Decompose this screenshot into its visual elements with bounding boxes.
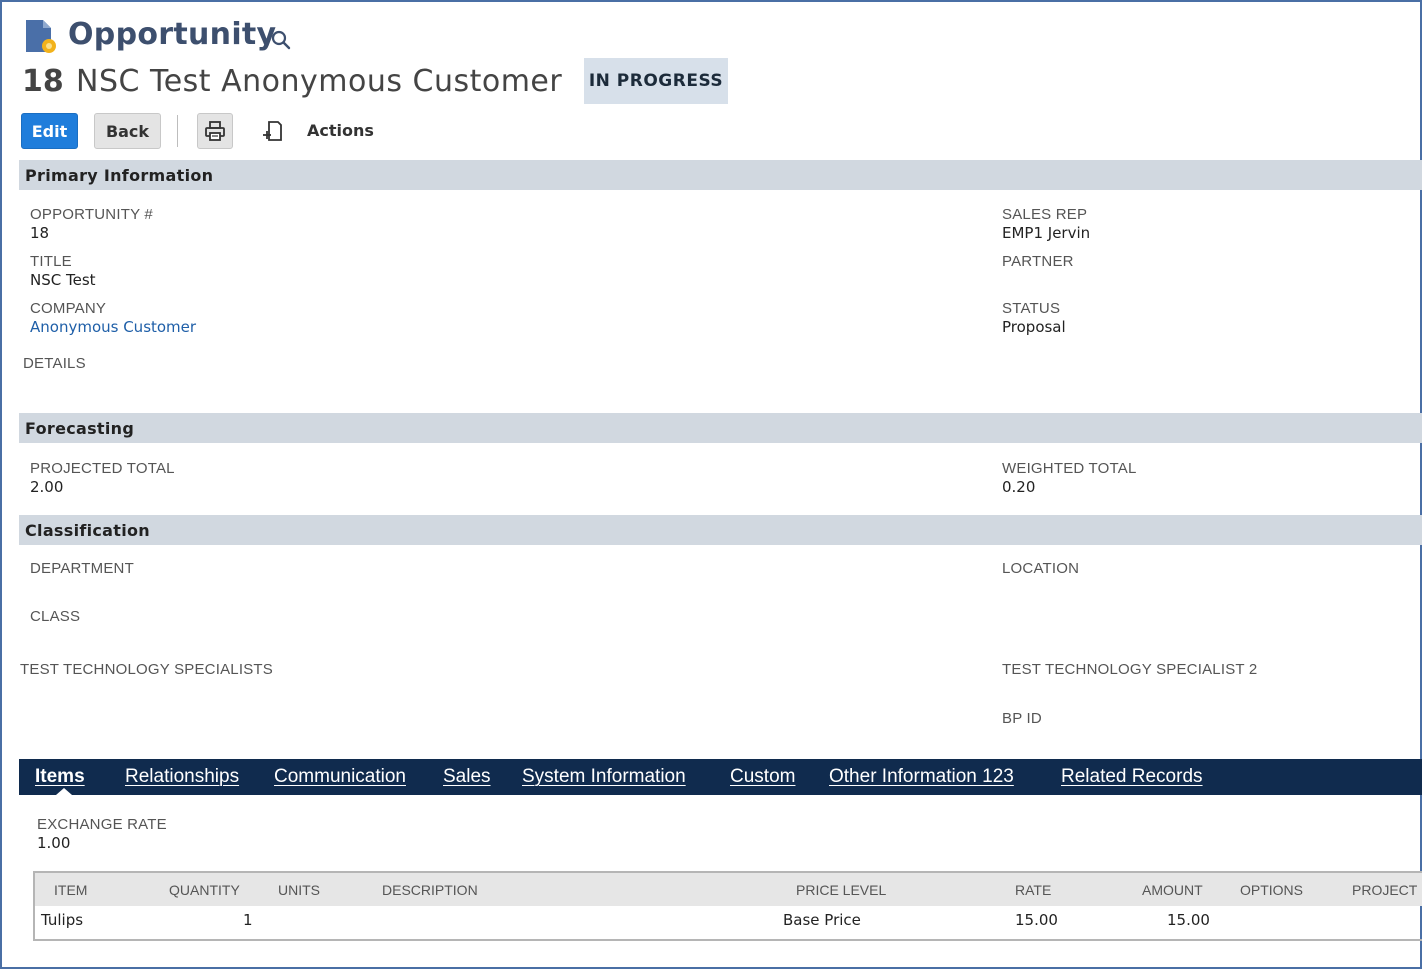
class-label: CLASS	[30, 608, 81, 625]
column-header-units[interactable]: UNITS	[278, 882, 320, 898]
tab-relationships[interactable]: Relationships	[125, 759, 239, 795]
print-button[interactable]	[197, 113, 233, 149]
amount-cell: 15.00	[1167, 911, 1210, 929]
details-label: DETAILS	[23, 355, 86, 372]
items-table-header: ITEM QUANTITY UNITS DESCRIPTION PRICE LE…	[35, 873, 1422, 906]
price-level-cell: Base Price	[783, 911, 861, 929]
title-label: TITLE	[30, 253, 72, 270]
tab-system-information[interactable]: System Information	[522, 759, 686, 795]
column-header-project[interactable]: PROJECT :	[1352, 882, 1422, 898]
print-icon	[205, 121, 225, 141]
subtab-bar: Items Relationships Communication Sales …	[19, 759, 1422, 795]
column-header-description[interactable]: DESCRIPTION	[382, 882, 478, 898]
back-button[interactable]: Back	[94, 113, 161, 149]
status-badge: IN PROGRESS	[584, 58, 728, 104]
company-link[interactable]: Anonymous Customer	[30, 318, 196, 336]
department-label: DEPARTMENT	[30, 560, 134, 577]
column-header-options[interactable]: OPTIONS	[1240, 882, 1303, 898]
projected-total-label: PROJECTED TOTAL	[30, 460, 175, 477]
weighted-total-label: WEIGHTED TOTAL	[1002, 460, 1137, 477]
opportunity-number-label: OPPORTUNITY #	[30, 206, 153, 223]
section-primary-information[interactable]: Primary Information	[19, 160, 1422, 190]
partner-label: PARTNER	[1002, 253, 1074, 270]
search-icon[interactable]	[270, 29, 292, 51]
company-label: COMPANY	[30, 300, 107, 317]
section-forecasting[interactable]: Forecasting	[19, 413, 1422, 443]
opportunity-number-value: 18	[30, 224, 50, 242]
tab-other-information-123[interactable]: Other Information 123	[829, 759, 1014, 795]
record-name: NSC Test Anonymous Customer	[76, 64, 563, 99]
toolbar-divider	[177, 115, 178, 147]
column-header-rate[interactable]: RATE	[1015, 882, 1051, 898]
page-title: Opportunity	[68, 17, 277, 52]
bp-id-label: BP ID	[1002, 710, 1042, 727]
active-tab-indicator	[56, 788, 72, 795]
exchange-rate-value: 1.00	[37, 834, 71, 852]
rate-cell: 15.00	[1015, 911, 1058, 929]
record-number: 18	[22, 64, 64, 99]
exchange-rate-label: EXCHANGE RATE	[37, 816, 167, 833]
projected-total-value: 2.00	[30, 478, 64, 496]
sales-rep-value: EMP1 Jervin	[1002, 224, 1091, 242]
location-label: LOCATION	[1002, 560, 1080, 577]
title-value: NSC Test	[30, 271, 96, 289]
tab-sales[interactable]: Sales	[443, 759, 491, 795]
test-technology-specialist-2-label: TEST TECHNOLOGY SPECIALIST 2	[1002, 661, 1258, 678]
weighted-total-value: 0.20	[1002, 478, 1036, 496]
edit-button[interactable]: Edit	[21, 113, 78, 149]
column-header-price-level[interactable]: PRICE LEVEL	[796, 882, 886, 898]
tab-related-records[interactable]: Related Records	[1061, 759, 1203, 795]
status-value: Proposal	[1002, 318, 1066, 336]
status-label: STATUS	[1002, 300, 1061, 317]
test-technology-specialists-label: TEST TECHNOLOGY SPECIALISTS	[20, 661, 273, 678]
actions-menu[interactable]: Actions	[307, 121, 374, 140]
tab-communication[interactable]: Communication	[274, 759, 406, 795]
column-header-amount[interactable]: AMOUNT	[1142, 882, 1203, 898]
column-header-quantity[interactable]: QUANTITY	[169, 882, 240, 898]
sales-rep-label: SALES REP	[1002, 206, 1088, 223]
tab-custom[interactable]: Custom	[730, 759, 795, 795]
item-cell-link[interactable]: Tulips	[41, 911, 83, 929]
opportunity-doc-icon	[26, 20, 56, 53]
quantity-cell: 1	[243, 911, 253, 929]
items-table: ITEM QUANTITY UNITS DESCRIPTION PRICE LE…	[33, 871, 1422, 941]
actions-icon[interactable]	[261, 119, 285, 143]
column-header-item[interactable]: ITEM	[54, 882, 87, 898]
section-classification[interactable]: Classification	[19, 515, 1422, 545]
